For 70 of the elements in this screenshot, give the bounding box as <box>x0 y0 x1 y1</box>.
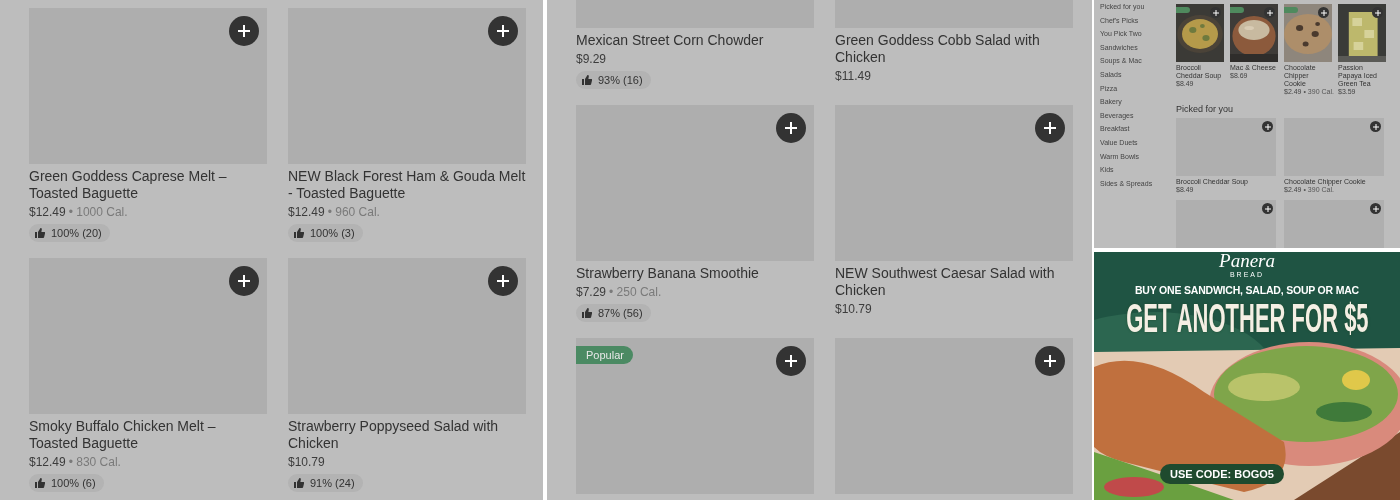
rating-text: 93% (16) <box>598 74 643 86</box>
add-button[interactable] <box>1370 203 1381 214</box>
item-title: Smoky Buffalo Chicken Melt – Toasted Baguette <box>29 418 217 452</box>
promo-code: USE CODE: BOGO5 <box>1160 464 1284 484</box>
plus-icon <box>1212 9 1219 16</box>
plus-icon <box>1044 355 1056 367</box>
promo-headline: BUY ONE SANDWICH, SALAD, SOUP OR MAC <box>1135 284 1359 296</box>
thumbs-up-icon <box>294 478 304 488</box>
add-button[interactable] <box>1262 121 1273 132</box>
thumbs-up-icon <box>35 228 45 238</box>
rating-text: 100% (3) <box>310 227 355 239</box>
add-button[interactable] <box>488 266 518 296</box>
add-button[interactable] <box>229 16 259 46</box>
add-button[interactable] <box>1210 7 1221 18</box>
brand-logo: Panera <box>1219 252 1275 270</box>
rating-text: 100% (6) <box>51 477 96 489</box>
add-button[interactable] <box>1264 7 1275 18</box>
plus-icon <box>238 275 250 287</box>
item-price: $11.49 <box>835 69 871 83</box>
add-button[interactable] <box>229 266 259 296</box>
rating-text: 87% (56) <box>598 307 643 319</box>
add-button[interactable] <box>1035 346 1065 376</box>
thumbs-up-icon <box>294 228 304 238</box>
item-title: NEW Southwest Caesar Salad with Chicken <box>835 265 1056 299</box>
calorie-count: • 960 Cal. <box>327 205 380 219</box>
item-price: $12.49 <box>288 205 325 219</box>
plus-icon <box>785 355 797 367</box>
plus-icon <box>1372 205 1379 212</box>
item-title: Green Goddess Cobb Salad with Chicken <box>835 32 1041 66</box>
item-price: $12.49 <box>29 205 66 219</box>
plus-icon <box>1264 123 1271 130</box>
add-button[interactable] <box>776 346 806 376</box>
calorie-count: • 830 Cal. <box>68 455 121 469</box>
plus-icon <box>1372 123 1379 130</box>
add-button[interactable] <box>776 113 806 143</box>
plus-icon <box>1374 9 1381 16</box>
plus-icon <box>1320 9 1327 16</box>
calorie-count: • 1000 Cal. <box>68 205 128 219</box>
rating-text: 100% (20) <box>51 227 102 239</box>
rating-text: 91% (24) <box>310 477 355 489</box>
item-price: $9.29 <box>576 52 607 66</box>
plus-icon <box>497 275 509 287</box>
add-button[interactable] <box>1370 121 1381 132</box>
popular-badge: Popular <box>576 346 633 364</box>
item-price: $12.49 <box>29 455 66 469</box>
plus-icon <box>497 25 509 37</box>
thumbs-up-icon <box>582 308 592 318</box>
add-button[interactable] <box>1035 113 1065 143</box>
add-button[interactable] <box>1372 7 1383 18</box>
add-button[interactable] <box>1262 203 1273 214</box>
add-button[interactable] <box>1318 7 1329 18</box>
item-price: $7.29 <box>576 285 607 299</box>
thumbs-up-icon <box>35 478 45 488</box>
promo-offer: GET ANOTHER FOR $5 <box>1125 298 1369 338</box>
item-title: Strawberry Banana Smoothie <box>576 265 760 282</box>
plus-icon <box>238 25 250 37</box>
plus-icon <box>1044 122 1056 134</box>
plus-icon <box>1264 205 1271 212</box>
item-title: NEW Black Forest Ham & Gouda Melt - Toasted Baguette <box>288 168 526 202</box>
item-title: Green Goddess Caprese Melt – Toasted Baguette <box>29 168 228 202</box>
item-price: $10.79 <box>835 302 872 316</box>
plus-icon <box>785 122 797 134</box>
section-heading: Picked for you <box>1176 104 1235 114</box>
item-title: Strawberry Poppyseed Salad with Chicken <box>288 418 500 452</box>
add-button[interactable] <box>488 16 518 46</box>
plus-icon <box>1266 9 1273 16</box>
calorie-count: • 250 Cal. <box>609 285 662 299</box>
item-title: Mexican Street Corn Chowder <box>576 32 765 49</box>
item-price: $10.79 <box>288 455 325 469</box>
thumbs-up-icon <box>582 75 592 85</box>
